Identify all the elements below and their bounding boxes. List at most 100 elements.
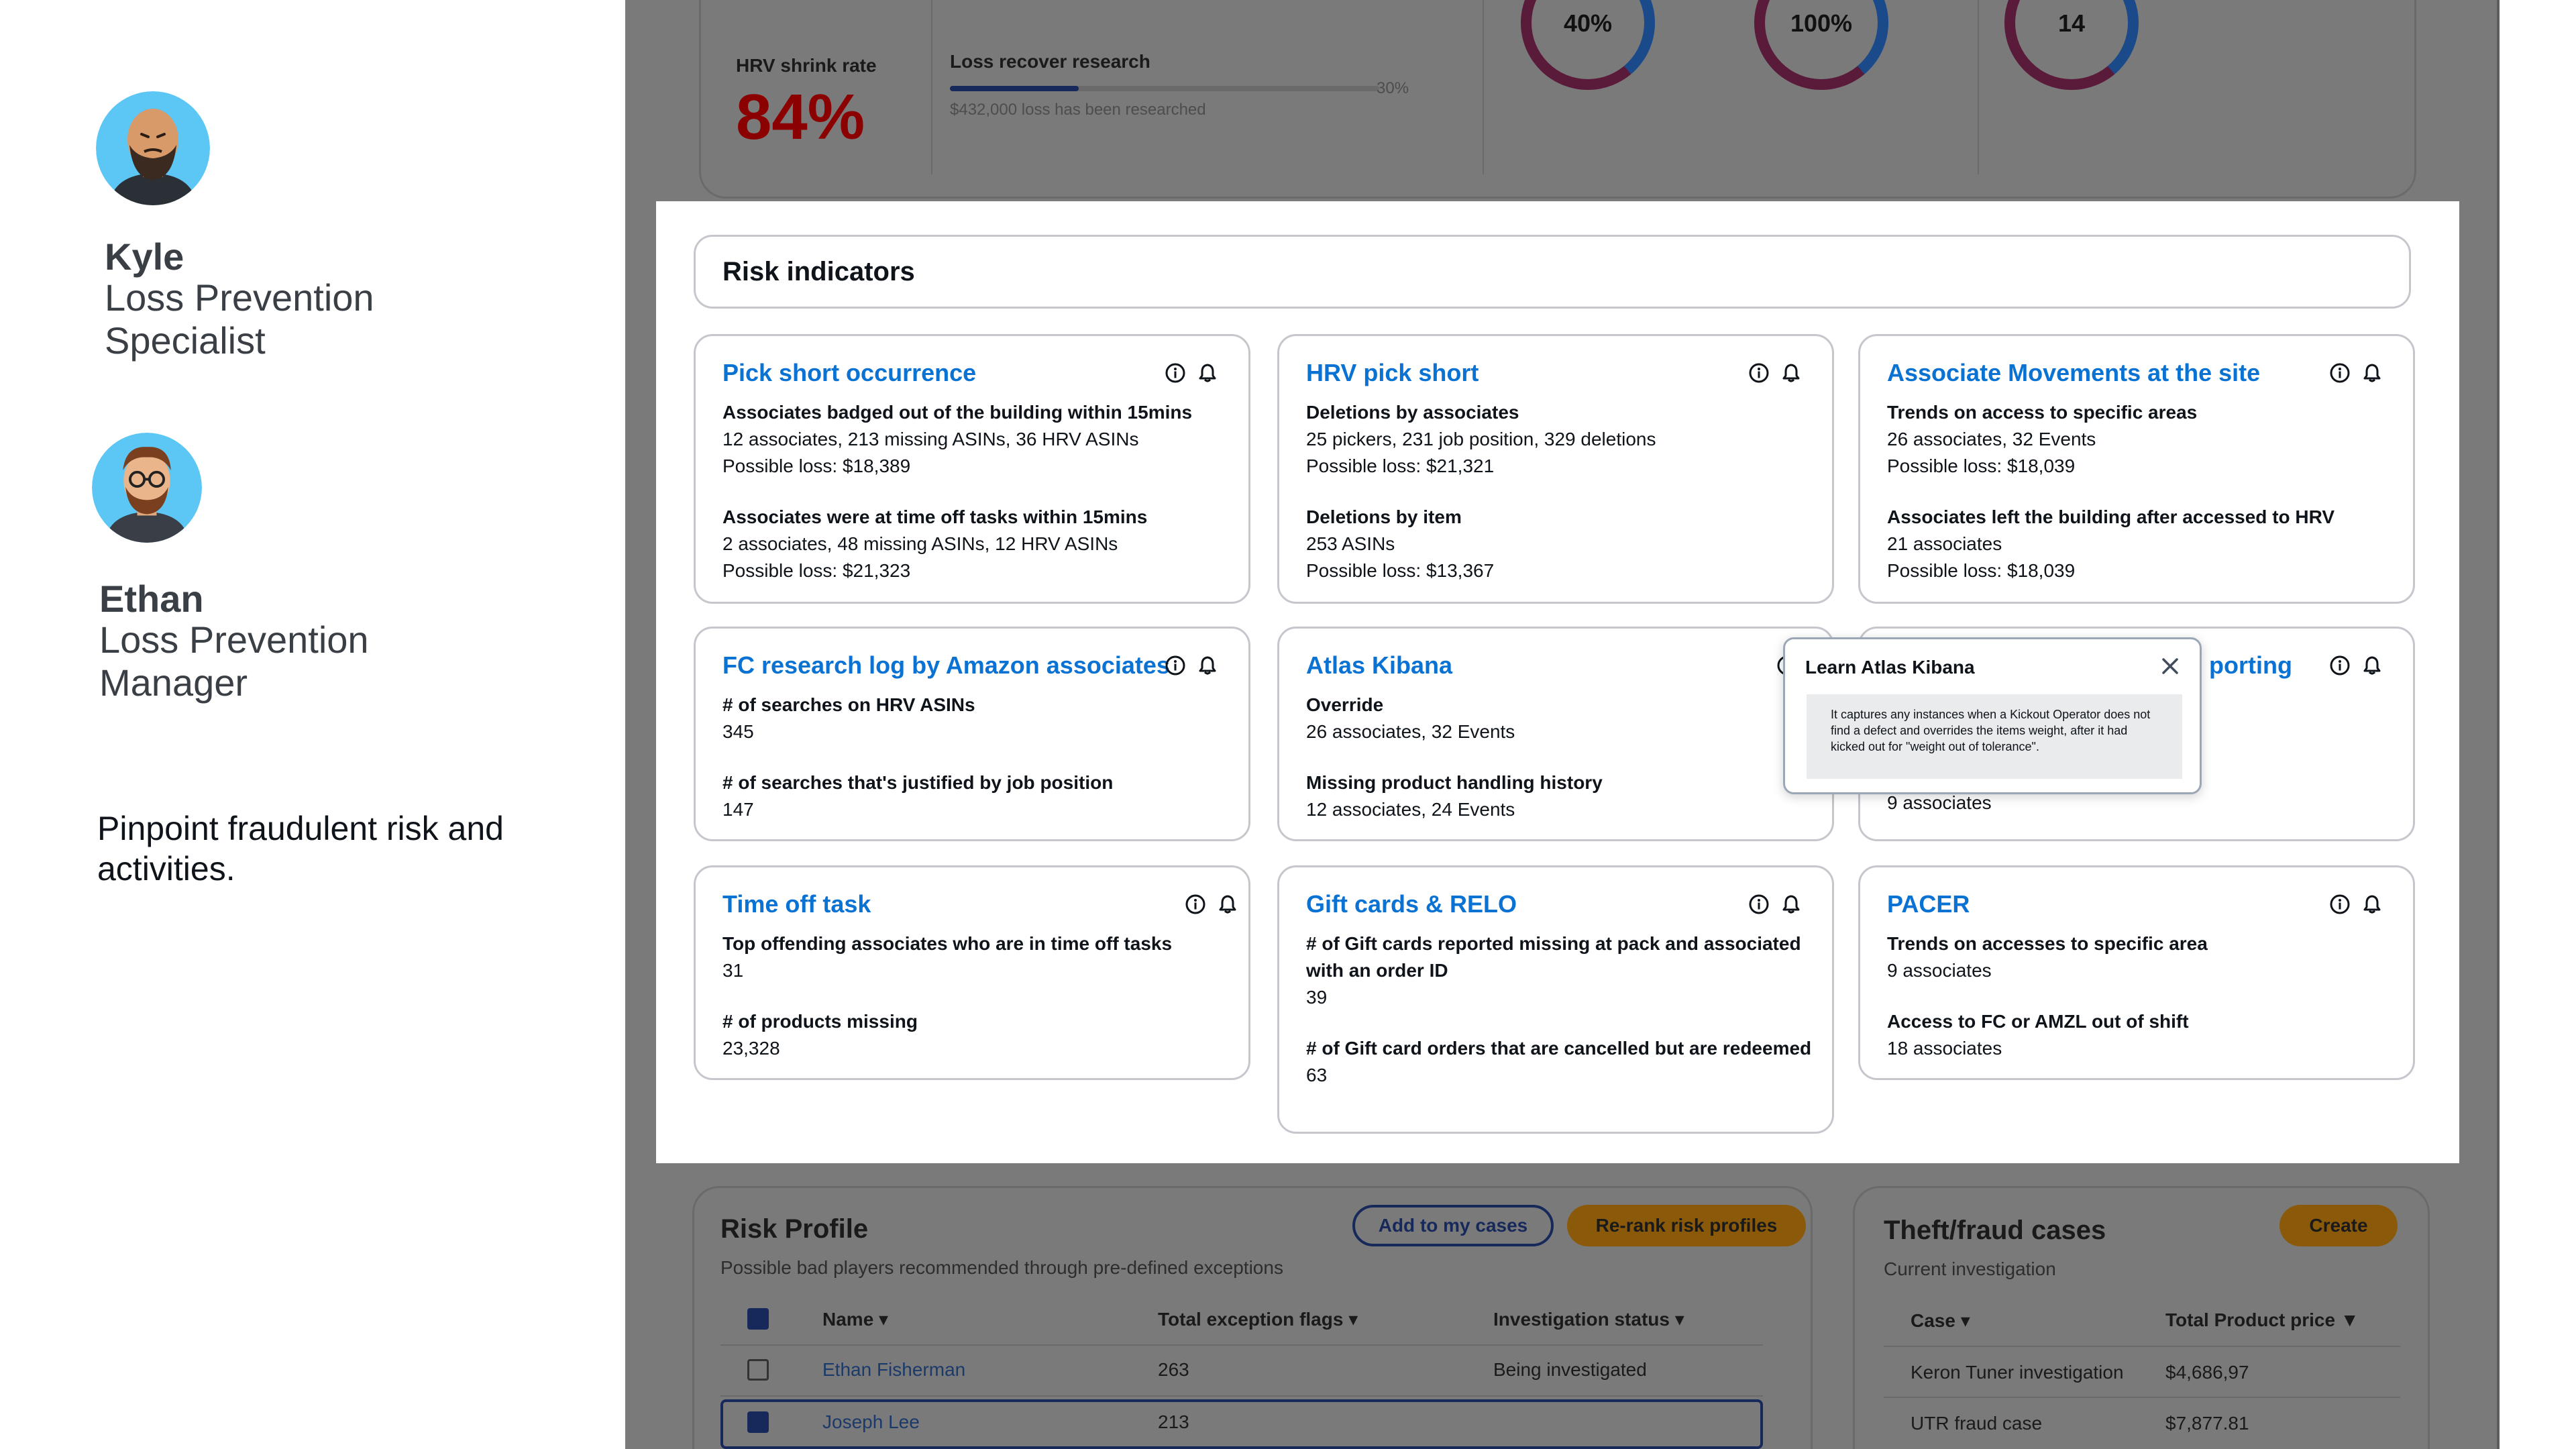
section-heading: Access to FC or AMZL out of shift (1887, 1011, 2189, 1032)
bell-icon[interactable] (1780, 893, 1803, 916)
row-status: Being investigated (1493, 1359, 1647, 1380)
info-icon[interactable] (1164, 362, 1187, 384)
card-title[interactable]: FC research log by Amazon associates (722, 651, 1170, 680)
row-checkbox[interactable] (747, 1411, 769, 1433)
card-title[interactable]: HRV pick short (1306, 359, 1479, 387)
section-line: 147 (722, 799, 754, 820)
loss-recover-note: $432,000 loss has been researched (950, 101, 1206, 119)
section-heading: # of searches that's justified by job po… (722, 772, 1114, 793)
bell-icon[interactable] (1196, 654, 1219, 677)
bell-icon[interactable] (2361, 654, 2383, 677)
page-right-edge (2497, 0, 2576, 1449)
info-icon[interactable] (2328, 362, 2351, 384)
section-heading: Override (1306, 694, 1384, 715)
table-divider (1884, 1397, 2400, 1398)
section-line: Possible loss: $18,389 (722, 455, 911, 476)
row-name-link[interactable]: Joseph Lee (822, 1411, 920, 1433)
loss-recover-percent: 30% (1377, 79, 1409, 97)
avatar-ethan (92, 433, 202, 543)
card-pick-short-occurrence: Pick short occurrence Associates badged … (694, 334, 1250, 604)
card-title[interactable]: PACER (1887, 890, 1970, 918)
persona-role-ethan: Loss Prevention Manager (99, 619, 369, 704)
loss-recover-progress (950, 86, 1379, 91)
card-atlas-kibana: Atlas Kibana Override 26 associates, 32 … (1277, 627, 1834, 841)
case-name[interactable]: UTR fraud case (1911, 1413, 2042, 1434)
persona-panel: Kyle Loss Prevention Specialist Ethan Lo… (0, 0, 625, 1449)
create-case-button[interactable]: Create (2279, 1205, 2398, 1246)
bell-icon[interactable] (1196, 362, 1219, 384)
hrv-shrink-label: HRV shrink rate (736, 55, 877, 76)
section-line: 31 (722, 960, 744, 981)
card-title[interactable]: Time off task (722, 890, 871, 918)
card-title[interactable]: Associate Movements at the site (1887, 359, 2260, 387)
col-total-product-price[interactable]: Total Product price ▼ (2165, 1309, 2359, 1331)
table-divider (1884, 1346, 2400, 1347)
add-to-my-cases-button[interactable]: Add to my cases (1352, 1205, 1554, 1246)
close-icon[interactable] (2158, 654, 2182, 678)
info-icon[interactable] (1748, 362, 1770, 384)
avatar-kyle (96, 91, 210, 205)
section-line: 26 associates, 32 Events (1887, 429, 2096, 449)
persona-name-kyle: Kyle (105, 235, 184, 278)
col-case[interactable]: Case ▾ (1911, 1309, 1970, 1332)
section-line: 26 associates, 32 Events (1306, 721, 1515, 742)
table-divider (720, 1395, 1763, 1397)
info-icon[interactable] (1184, 893, 1207, 916)
col-case-label: Case (1911, 1310, 1955, 1331)
row-checkbox[interactable] (747, 1359, 769, 1381)
row-name-link[interactable]: Ethan Fisherman (822, 1359, 965, 1381)
section-heading: # of Gift cards reported missing at pack… (1306, 933, 1801, 981)
col-price-label: Total Product price (2165, 1309, 2336, 1330)
col-status-label: Investigation status (1493, 1309, 1670, 1330)
card-title[interactable]: Atlas Kibana (1306, 651, 1452, 680)
case-name[interactable]: Keron Tuner investigation (1911, 1362, 2124, 1383)
section-line: 18 associates (1887, 1038, 2002, 1059)
case-price: $7,877.81 (2165, 1413, 2249, 1434)
section-heading: Deletions by associates (1306, 402, 1519, 423)
section-line: 12 associates, 213 missing ASINs, 36 HRV… (722, 429, 1139, 449)
card-title[interactable]: Gift cards & RELO (1306, 890, 1517, 918)
section-heading: Associates were at time off tasks within… (722, 506, 1148, 527)
col-total-exception-flags[interactable]: Total exception flags ▾ (1158, 1308, 1358, 1330)
section-heading: # of Gift card orders that are cancelled… (1306, 1038, 1812, 1059)
section-line: Possible loss: $21,321 (1306, 455, 1495, 476)
section-line: 63 (1306, 1065, 1328, 1085)
col-flags-label: Total exception flags (1158, 1309, 1344, 1330)
info-icon[interactable] (1164, 654, 1187, 677)
metric-divider-3 (1978, 0, 1979, 174)
popover-title: Learn Atlas Kibana (1805, 657, 1975, 678)
section-line: 25 pickers, 231 job position, 329 deleti… (1306, 429, 1656, 449)
section-line: 2 associates, 48 missing ASINs, 12 HRV A… (722, 533, 1118, 554)
donut-label-2: 100% (1790, 9, 1853, 37)
section-line: 12 associates, 24 Events (1306, 799, 1515, 820)
loss-recover-label: Loss recover research (950, 51, 1150, 72)
section-heading: # of products missing (722, 1011, 918, 1032)
info-icon[interactable] (2328, 893, 2351, 916)
col-investigation-status[interactable]: Investigation status ▾ (1493, 1308, 1684, 1330)
bell-icon[interactable] (2361, 893, 2383, 916)
risk-indicators-header: Risk indicators (694, 235, 2411, 309)
rerank-risk-profiles-button[interactable]: Re-rank risk profiles (1567, 1205, 1806, 1246)
section-line: 39 (1306, 987, 1328, 1008)
bell-icon[interactable] (1216, 893, 1239, 916)
bell-icon[interactable] (1780, 362, 1803, 384)
persona-role-kyle: Loss Prevention Specialist (105, 276, 374, 362)
select-all-checkbox[interactable] (747, 1308, 769, 1330)
donut-label-1: 40% (1563, 9, 1613, 37)
card-title[interactable]: porting (2209, 651, 2292, 680)
info-icon[interactable] (1748, 893, 1770, 916)
info-icon[interactable] (2328, 654, 2351, 677)
section-heading: Associates left the building after acces… (1887, 506, 2335, 527)
loss-recover-progress-fill (950, 86, 1079, 91)
section-heading: Trends on access to specific areas (1887, 402, 2198, 423)
risk-indicators-title: Risk indicators (722, 257, 915, 286)
risk-profile-title: Risk Profile (720, 1214, 869, 1244)
bell-icon[interactable] (2361, 362, 2383, 384)
card-title[interactable]: Pick short occurrence (722, 359, 976, 387)
theft-cases-subtitle: Current investigation (1884, 1258, 2056, 1279)
section-line: 345 (722, 721, 754, 742)
col-name[interactable]: Name ▾ (822, 1308, 888, 1330)
section-line: 23,328 (722, 1038, 780, 1059)
section-line: 253 ASINs (1306, 533, 1395, 554)
section-heading: Top offending associates who are in time… (722, 933, 1173, 954)
